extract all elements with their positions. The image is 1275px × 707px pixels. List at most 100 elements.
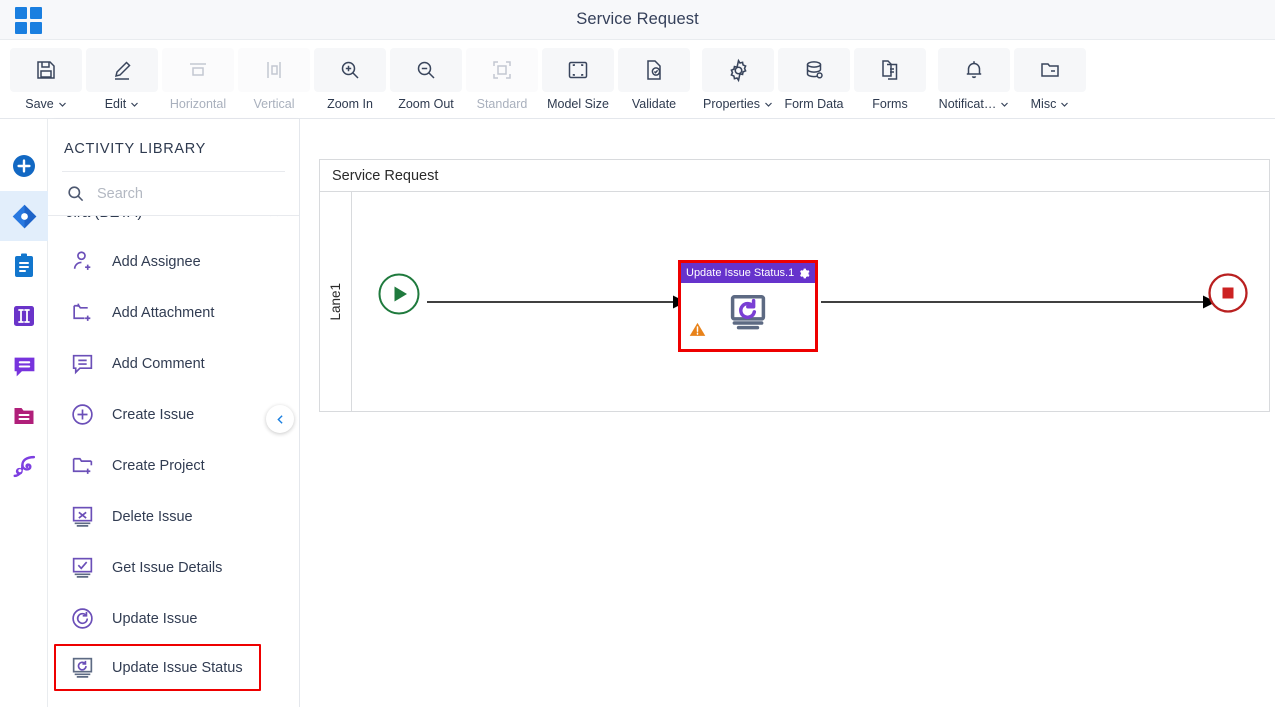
validate-button[interactable]: Validate bbox=[616, 48, 692, 111]
bpmn-pool: Service Request Lane1 Update Issue Statu… bbox=[319, 159, 1270, 412]
start-event[interactable] bbox=[377, 272, 421, 321]
refresh-circle-icon bbox=[68, 605, 96, 633]
task-update-issue-status[interactable]: Update Issue Status.1 bbox=[678, 260, 818, 352]
pool-name: Service Request bbox=[332, 167, 439, 184]
forms-label: Forms bbox=[872, 97, 908, 111]
chevron-down-icon bbox=[58, 102, 66, 107]
validate-check-icon bbox=[618, 48, 690, 92]
rail-item-comments[interactable] bbox=[0, 341, 48, 391]
comment-add-icon bbox=[68, 350, 96, 378]
activity-add-assignee[interactable]: Add Assignee bbox=[48, 236, 299, 287]
monitor-refresh-icon bbox=[725, 292, 771, 339]
apps-grid-icon[interactable] bbox=[14, 6, 42, 34]
rail-item-add[interactable] bbox=[0, 141, 48, 191]
gear-icon[interactable] bbox=[798, 267, 811, 280]
form-data-button[interactable]: Form Data bbox=[776, 48, 852, 111]
activity-label: Add Comment bbox=[112, 355, 205, 372]
activity-label: Create Project bbox=[112, 457, 205, 474]
pool-body: Lane1 Update Issue Status.1 bbox=[320, 192, 1269, 411]
chevron-down-icon bbox=[1001, 102, 1009, 107]
vertical-align-button[interactable]: Vertical bbox=[236, 48, 312, 111]
activity-create-issue[interactable]: Create Issue bbox=[48, 389, 299, 440]
collapse-panel-button[interactable] bbox=[266, 405, 294, 433]
save-button[interactable]: Save bbox=[8, 48, 84, 111]
properties-label: Properties bbox=[703, 97, 760, 111]
activity-label: Add Attachment bbox=[112, 304, 215, 321]
horizontal-label: Horizontal bbox=[169, 97, 227, 111]
pencil-edit-icon bbox=[86, 48, 158, 92]
warning-triangle-icon bbox=[689, 321, 706, 343]
bell-icon bbox=[938, 48, 1010, 92]
monitor-refresh-icon bbox=[68, 654, 96, 682]
zoom-in-label: Zoom In bbox=[327, 97, 373, 111]
properties-button[interactable]: Properties bbox=[700, 48, 776, 111]
folder-add-icon bbox=[68, 452, 96, 480]
misc-button[interactable]: Misc bbox=[1012, 48, 1088, 111]
model-size-button[interactable]: Model Size bbox=[540, 48, 616, 111]
edit-button[interactable]: Edit bbox=[84, 48, 160, 111]
activity-label: Update Issue Status bbox=[112, 659, 243, 676]
lane-body: Update Issue Status.1 bbox=[352, 192, 1269, 411]
horizontal-align-button[interactable]: Horizontal bbox=[160, 48, 236, 111]
start-play-icon bbox=[378, 273, 420, 315]
notification-label: Notificat… bbox=[938, 97, 997, 111]
plus-circle-icon bbox=[13, 155, 35, 177]
rail-item-jira[interactable] bbox=[0, 191, 48, 241]
activity-get-issue-details[interactable]: Get Issue Details bbox=[48, 542, 299, 593]
activity-label: Delete Issue bbox=[112, 508, 193, 525]
panel-title: ACTIVITY LIBRARY bbox=[64, 141, 207, 157]
plus-circle-icon bbox=[68, 401, 96, 429]
title-bar: Service Request bbox=[0, 0, 1275, 40]
forms-button[interactable]: Forms bbox=[852, 48, 928, 111]
chevron-down-icon bbox=[765, 102, 772, 107]
folder-lines-icon bbox=[14, 408, 34, 424]
model-size-icon bbox=[542, 48, 614, 92]
chevron-left-icon bbox=[276, 414, 283, 424]
model-size-label: Model Size bbox=[547, 97, 609, 111]
search-icon[interactable] bbox=[66, 184, 85, 203]
zoom-out-button[interactable]: Zoom Out bbox=[388, 48, 464, 111]
notification-button[interactable]: Notificat… bbox=[936, 48, 1012, 111]
task-header: Update Issue Status.1 bbox=[681, 263, 815, 283]
folder-misc-icon bbox=[1014, 48, 1086, 92]
person-add-icon bbox=[68, 248, 96, 276]
columns-icon bbox=[14, 306, 34, 326]
monitor-x-icon bbox=[68, 503, 96, 531]
page-title: Service Request bbox=[576, 10, 699, 28]
rail-item-automation[interactable] bbox=[0, 441, 48, 491]
activity-library-panel: ACTIVITY LIBRARY Jira (BETA) Add Assigne… bbox=[48, 119, 300, 707]
rail-item-tasks[interactable] bbox=[0, 241, 48, 291]
rail-item-columns[interactable] bbox=[0, 291, 48, 341]
edit-label: Edit bbox=[104, 97, 127, 111]
activity-list: Add Assignee Add Attachment Add Comment … bbox=[48, 230, 299, 691]
pool-header: Service Request bbox=[320, 160, 1269, 192]
clipboard-icon bbox=[15, 253, 33, 277]
standard-fit-icon bbox=[466, 48, 538, 92]
speech-bubble-icon bbox=[14, 357, 34, 376]
form-data-label: Form Data bbox=[784, 97, 844, 111]
vertical-label: Vertical bbox=[253, 97, 295, 111]
lane-name: Lane1 bbox=[328, 282, 343, 321]
activity-delete-issue[interactable]: Delete Issue bbox=[48, 491, 299, 542]
zoom-in-button[interactable]: Zoom In bbox=[312, 48, 388, 111]
end-event[interactable] bbox=[1207, 272, 1249, 319]
monitor-check-icon bbox=[68, 554, 96, 582]
zoom-out-icon bbox=[390, 48, 462, 92]
lane-label: Lane1 bbox=[320, 192, 352, 411]
task-body bbox=[681, 283, 815, 349]
chevron-down-icon bbox=[131, 102, 139, 107]
activity-add-comment[interactable]: Add Comment bbox=[48, 338, 299, 389]
zoom-in-icon bbox=[314, 48, 386, 92]
activity-create-project[interactable]: Create Project bbox=[48, 440, 299, 491]
search-input[interactable] bbox=[97, 185, 267, 202]
standard-fit-button[interactable]: Standard bbox=[464, 48, 540, 111]
gear-icon bbox=[702, 48, 774, 92]
misc-label: Misc bbox=[1030, 97, 1057, 111]
activity-update-issue[interactable]: Update Issue bbox=[48, 593, 299, 644]
activity-update-issue-status[interactable]: Update Issue Status bbox=[54, 644, 261, 691]
activity-label: Get Issue Details bbox=[112, 559, 223, 576]
rail-item-documents[interactable] bbox=[0, 391, 48, 441]
save-floppy-icon bbox=[10, 48, 82, 92]
activity-add-attachment[interactable]: Add Attachment bbox=[48, 287, 299, 338]
validate-label: Validate bbox=[631, 97, 677, 111]
